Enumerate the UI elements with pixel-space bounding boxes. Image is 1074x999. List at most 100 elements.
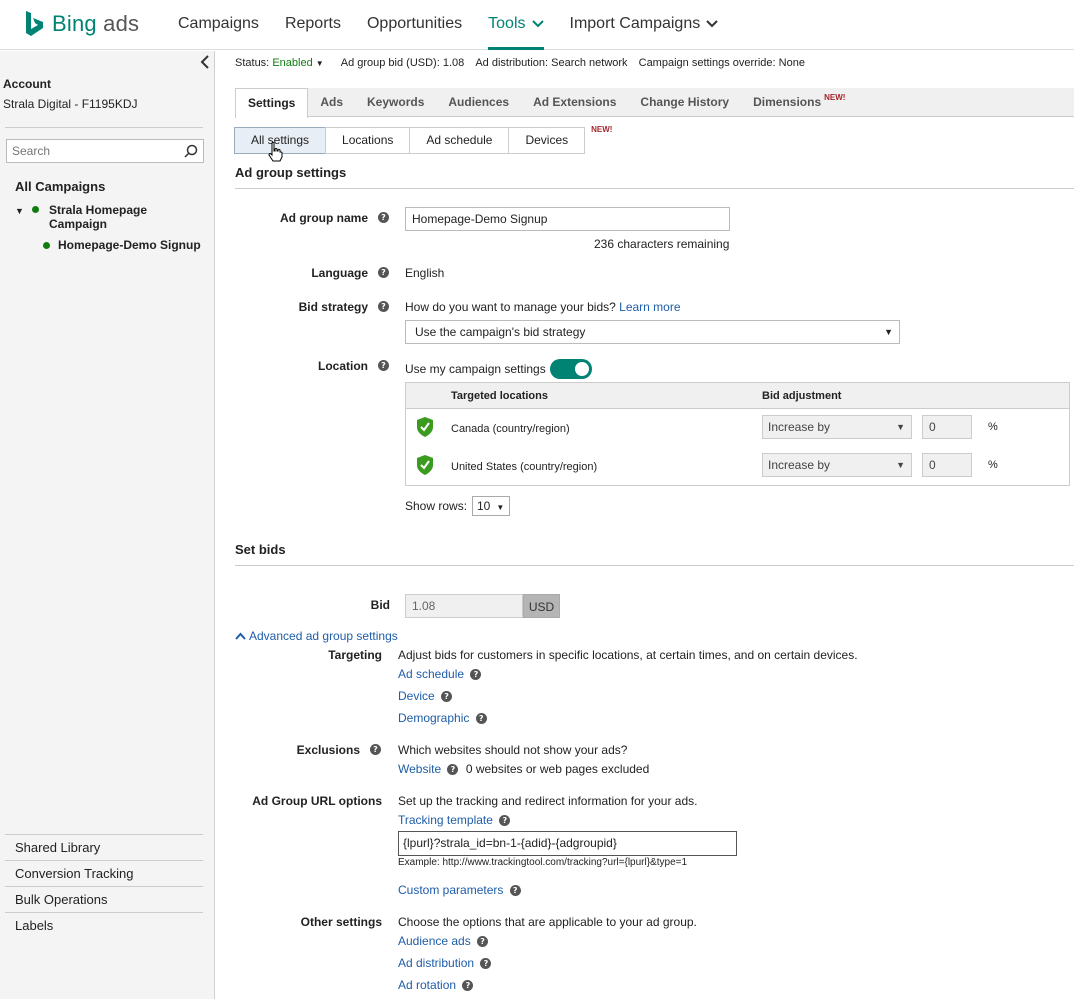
dropdown-arrow-icon: ▼ (496, 503, 505, 512)
bid-adjust-select[interactable]: Increase by ▼ (762, 415, 912, 439)
audience-ads-link[interactable]: Audience ads (398, 934, 471, 948)
help-icon[interactable]: ? (378, 301, 389, 312)
bid-strategy-select[interactable]: Use the campaign's bid strategy ▼ (405, 320, 900, 344)
sidebar-search (6, 139, 204, 163)
currency-label: USD (523, 594, 560, 618)
search-icon[interactable] (184, 144, 198, 158)
bid-strategy-label: Bid strategy (298, 300, 368, 314)
learn-more-link[interactable]: Learn more (619, 300, 680, 314)
table-header: Targeted locations Bid adjustment (406, 383, 1069, 409)
tab-ads[interactable]: Ads (308, 88, 355, 116)
help-icon[interactable]: ? (378, 267, 389, 278)
sidebar-search-input[interactable] (7, 140, 177, 162)
help-icon[interactable]: ? (499, 815, 511, 827)
bid-input[interactable]: 1.08 (405, 594, 523, 618)
help-icon[interactable]: ? (378, 360, 389, 371)
website-row: Website ? 0 websites or web pages exclud… (398, 762, 649, 776)
nav-reports[interactable]: Reports (285, 0, 341, 50)
help-icon[interactable]: ? (370, 744, 381, 755)
tab-settings[interactable]: Settings (235, 88, 309, 118)
bing-logo-icon (26, 11, 43, 36)
main-nav: Campaigns Reports Opportunities Tools Im… (178, 0, 744, 50)
account-name[interactable]: Strala Digital - F1195KDJ (3, 97, 138, 111)
brand-name: Bing ads (52, 11, 140, 36)
divider (5, 127, 203, 128)
nav-tools[interactable]: Tools (488, 0, 544, 50)
top-bar: Bing ads Campaigns Reports Opportunities… (0, 0, 1074, 50)
exclusions-desc: Which websites should not show your ads? (398, 743, 628, 757)
website-link[interactable]: Website (398, 762, 441, 776)
help-icon[interactable]: ? (480, 958, 492, 970)
sidebar-labels[interactable]: Labels (5, 912, 203, 938)
tracking-example: Example: http://www.trackingtool.com/tra… (398, 857, 688, 868)
help-icon[interactable]: ? (462, 980, 474, 992)
subtab-bar: All settings Locations Ad schedule Devic… (234, 125, 612, 154)
ad-group-name-label: Ad group name (279, 211, 368, 225)
ad-group-bid-text: Ad group bid (USD): 1.08 (340, 57, 465, 69)
chevron-down-icon (531, 20, 544, 28)
tab-change-history[interactable]: Change History (628, 88, 741, 116)
demographic-link-row: Demographic ? (398, 711, 487, 725)
help-icon[interactable]: ? (470, 669, 482, 681)
tab-keywords[interactable]: Keywords (355, 88, 436, 116)
percent-unit: % (988, 459, 998, 471)
device-link[interactable]: Device (398, 689, 435, 703)
help-icon[interactable]: ? (477, 936, 489, 948)
nav-import-campaigns[interactable]: Import Campaigns (570, 0, 719, 50)
nav-campaigns[interactable]: Campaigns (178, 0, 259, 50)
location-label: Location (318, 359, 368, 373)
percent-unit: % (988, 421, 998, 433)
custom-parameters-link[interactable]: Custom parameters (398, 883, 503, 897)
bing-ads-logo[interactable]: Bing ads (24, 10, 139, 38)
expand-caret-icon[interactable]: ▼ (15, 206, 24, 216)
ad-distribution-text: Ad distribution: Search network (475, 57, 628, 69)
use-campaign-settings-toggle[interactable] (550, 359, 592, 379)
tree-ad-group[interactable]: Homepage-Demo Signup (43, 238, 201, 252)
language-value: English (405, 266, 445, 280)
ad-group-name[interactable]: Homepage-Demo Signup (58, 238, 201, 252)
collapse-sidebar-icon[interactable] (200, 55, 210, 69)
bid-adjust-input[interactable]: 0 (922, 415, 972, 439)
status-dropdown[interactable]: Enabled (272, 57, 312, 69)
tracking-template-link[interactable]: Tracking template (398, 813, 493, 827)
section-divider (235, 565, 1074, 566)
show-rows-select[interactable]: 10 ▼ (472, 496, 510, 516)
tab-ad-extensions[interactable]: Ad Extensions (521, 88, 628, 116)
location-name: United States (country/region) (451, 461, 598, 473)
ad-group-settings-title: Ad group settings (235, 165, 347, 180)
col-targeted-locations: Targeted locations (451, 390, 548, 402)
bid-adjust-input[interactable]: 0 (922, 453, 972, 477)
demographic-link[interactable]: Demographic (398, 711, 469, 725)
section-divider (235, 188, 1074, 189)
campaign-name[interactable]: Strala Homepage Campaign (49, 203, 205, 231)
caret-down-icon[interactable]: ▼ (316, 59, 324, 68)
tab-audiences[interactable]: Audiences (436, 88, 521, 116)
ad-schedule-link[interactable]: Ad schedule (398, 667, 464, 681)
bid-adjust-select[interactable]: Increase by ▼ (762, 453, 912, 477)
sidebar-conversion-tracking[interactable]: Conversion Tracking (5, 860, 203, 886)
subtab-locations[interactable]: Locations (325, 127, 411, 154)
websites-excluded: 0 websites or web pages excluded (465, 762, 650, 776)
exclusions-label: Exclusions (296, 743, 360, 757)
ad-rotation-link[interactable]: Ad rotation (398, 978, 456, 992)
set-bids-title: Set bids (235, 542, 286, 557)
sidebar-bulk-operations[interactable]: Bulk Operations (5, 886, 203, 912)
device-link-row: Device ? (398, 689, 453, 703)
help-icon[interactable]: ? (447, 764, 459, 776)
other-settings-label: Other settings (300, 915, 382, 929)
subtab-ad-schedule[interactable]: Ad schedule (409, 127, 510, 154)
chevron-down-icon (706, 20, 718, 28)
tab-dimensions[interactable]: Dimensions NEW! (741, 88, 857, 116)
nav-opportunities[interactable]: Opportunities (367, 0, 462, 50)
ad-distribution-link[interactable]: Ad distribution (398, 956, 474, 970)
sidebar-shared-library[interactable]: Shared Library (5, 834, 203, 860)
help-icon[interactable]: ? (378, 212, 389, 223)
help-icon[interactable]: ? (441, 691, 453, 703)
all-campaigns-link[interactable]: All Campaigns (15, 179, 105, 194)
help-icon[interactable]: ? (509, 885, 521, 897)
advanced-settings-toggle[interactable]: Advanced ad group settings (235, 629, 398, 643)
ad-group-name-input[interactable]: Homepage-Demo Signup (405, 207, 730, 231)
subtab-devices[interactable]: Devices (508, 127, 586, 154)
tracking-template-input[interactable]: {lpurl}?strala_id=bn-1-{adid}-{adgroupid… (398, 831, 737, 856)
help-icon[interactable]: ? (475, 713, 487, 725)
